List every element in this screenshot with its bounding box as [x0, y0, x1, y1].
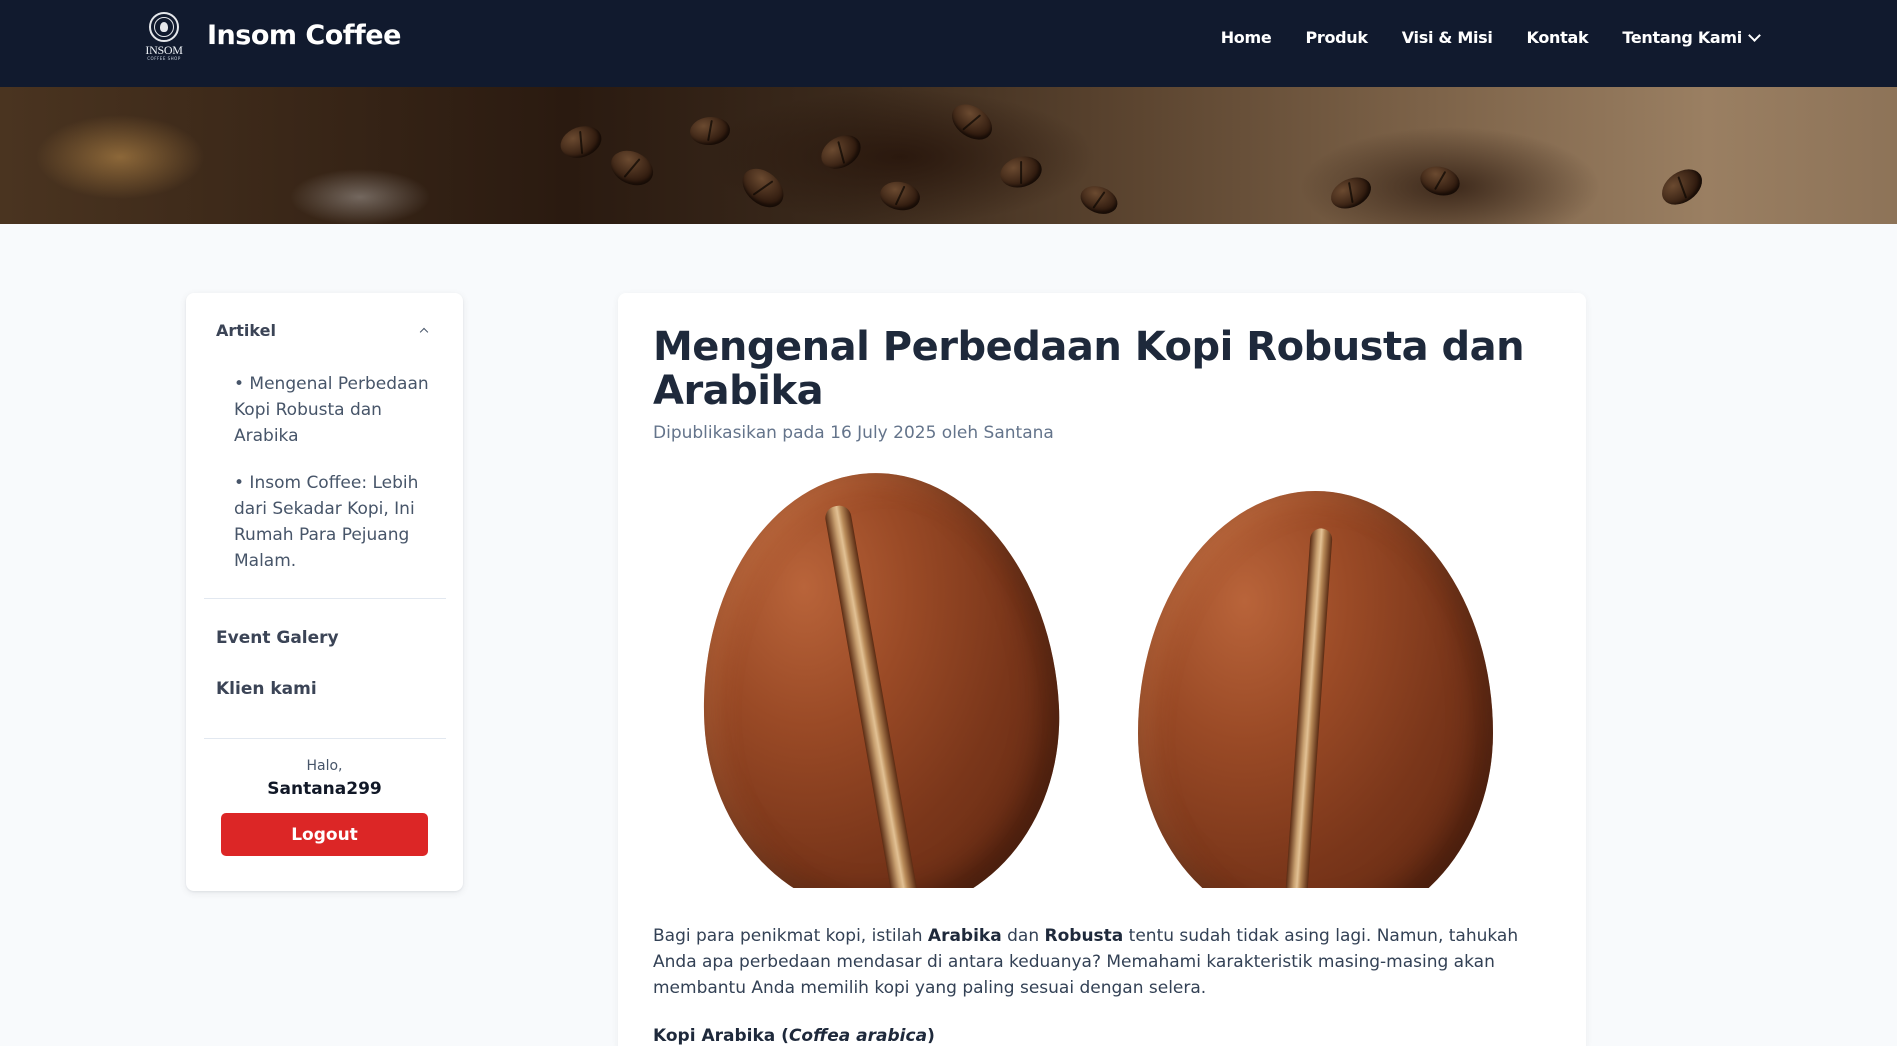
sidebar-article-link[interactable]: • Insom Coffee: Lebih dari Sekadar Kopi,…: [234, 470, 444, 574]
coffee-bean-shape: [605, 144, 659, 192]
article-title: Mengenal Perbedaan Kopi Robusta dan Arab…: [653, 324, 1525, 414]
coffee-bean-shape: [688, 115, 732, 147]
brand-name[interactable]: Insom Coffee: [207, 20, 401, 51]
sidebar-divider: [204, 598, 446, 599]
heading-text: ): [927, 1026, 935, 1046]
coffee-bean-shape: [735, 160, 791, 216]
greeting-text: Halo,: [306, 758, 343, 774]
hero-banner-image: [0, 87, 1897, 224]
username-label: Santana299: [267, 779, 382, 799]
article-card: Mengenal Perbedaan Kopi Robusta dan Arab…: [618, 293, 1586, 1046]
coffee-bean-shape: [1655, 162, 1709, 212]
nav-produk[interactable]: Produk: [1305, 28, 1368, 47]
article-intro-paragraph: Bagi para penikmat kopi, istilah Arabika…: [653, 923, 1533, 1001]
coffee-bean-shape: [1417, 162, 1463, 200]
nav-home[interactable]: Home: [1221, 28, 1272, 47]
logo-subtext: COFFEE SHOP: [147, 56, 181, 61]
artikel-section-title: Artikel: [216, 321, 276, 340]
heading-text: Kopi Arabika (: [653, 1026, 789, 1046]
coffee-bean-shape: [556, 120, 606, 164]
coffee-beans-comparison-image: [653, 473, 1521, 888]
paragraph-text: dan: [1001, 926, 1045, 946]
coffee-bean-shape: [1326, 171, 1376, 215]
section-heading-arabika: Kopi Arabika (Coffea arabica): [653, 1026, 935, 1046]
heading-italic-latin-name: Coffea arabica: [788, 1026, 928, 1046]
nav-tentang-kami-label: Tentang Kami: [1622, 28, 1742, 47]
sidebar-item-event-galery[interactable]: Event Galery: [216, 628, 339, 648]
coffee-bean-shape: [996, 152, 1046, 192]
logo-seal-icon: [149, 12, 179, 42]
sidebar: Artikel • Mengenal Perbedaan Kopi Robust…: [186, 293, 463, 891]
article-meta: Dipublikasikan pada 16 July 2025 oleh Sa…: [653, 423, 1054, 443]
artikel-section-toggle[interactable]: Artikel: [216, 321, 431, 340]
sidebar-article-link[interactable]: • Mengenal Perbedaan Kopi Robusta dan Ar…: [234, 371, 444, 449]
coffee-bean-shape: [877, 178, 923, 214]
sidebar-item-klien-kami[interactable]: Klien kami: [216, 679, 317, 699]
nav-kontak[interactable]: Kontak: [1527, 28, 1589, 47]
logo-wordmark: INSOM: [145, 43, 183, 57]
coffee-bean-shape: [945, 97, 999, 147]
main-nav: Home Produk Visi & Misi Kontak Tentang K…: [1221, 28, 1761, 47]
chevron-down-icon: [1748, 28, 1761, 42]
paragraph-bold-robusta: Robusta: [1044, 926, 1124, 946]
coffee-bean-shape: [1076, 181, 1122, 219]
nav-tentang-kami[interactable]: Tentang Kami: [1622, 28, 1761, 47]
article-list: • Mengenal Perbedaan Kopi Robusta dan Ar…: [234, 371, 444, 595]
sidebar-divider: [204, 738, 446, 739]
coffee-bean-shape: [815, 128, 867, 176]
nav-visi-misi[interactable]: Visi & Misi: [1402, 28, 1493, 47]
navbar: INSOM COFFEE SHOP Insom Coffee Home Prod…: [0, 0, 1897, 87]
brand-logo[interactable]: INSOM COFFEE SHOP: [140, 12, 188, 66]
chevron-up-icon: [419, 327, 429, 337]
logout-button[interactable]: Logout: [221, 813, 428, 856]
paragraph-bold-arabika: Arabika: [927, 926, 1002, 946]
paragraph-text: Bagi para penikmat kopi, istilah: [653, 926, 928, 946]
